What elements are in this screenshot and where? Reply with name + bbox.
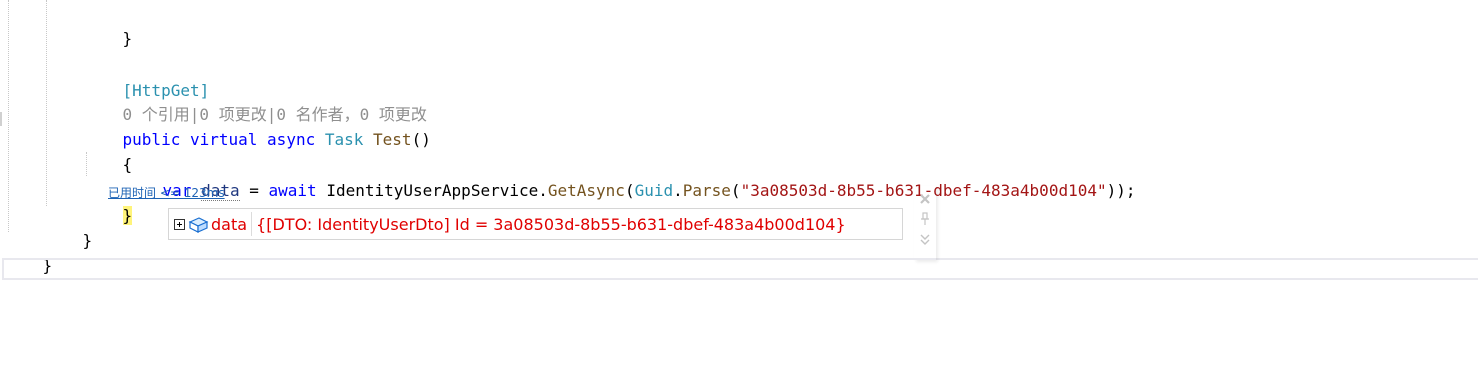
- editor-bottom-separator: [2, 258, 1478, 280]
- datatip-divider: [251, 212, 253, 236]
- debugger-datatip[interactable]: data {[DTO: IdentityUserDto] Id = 3a0850…: [168, 208, 903, 240]
- change-margin-mark: [0, 112, 2, 126]
- datatip-variable-name: data: [211, 214, 248, 234]
- code-line[interactable]: }: [4, 230, 53, 275]
- indent-guide: [8, 0, 9, 232]
- code-line[interactable]: }: [44, 205, 93, 250]
- method-getasync: GetAsync: [547, 181, 625, 200]
- keyword-await: await: [268, 181, 317, 200]
- closing-brace: }: [82, 231, 93, 250]
- service-reference: IdentityUserAppService.: [316, 181, 548, 200]
- paren-open: (: [730, 181, 741, 200]
- code-line[interactable]: }: [84, 3, 133, 48]
- datatip-controls: [914, 186, 936, 260]
- dot-operator: .: [673, 181, 683, 200]
- code-line[interactable]: var data = await IdentityUserAppService.…: [124, 155, 1136, 201]
- assign-operator: =: [239, 181, 269, 200]
- code-line[interactable]: {: [84, 129, 133, 174]
- paren-open: (: [624, 181, 635, 200]
- close-icon[interactable]: [918, 192, 932, 206]
- method-parse: Parse: [682, 181, 731, 200]
- statement-end: ));: [1106, 181, 1136, 200]
- keyword-virtual: virtual: [189, 130, 258, 149]
- closing-brace-highlighted: }: [122, 206, 133, 225]
- indent-guide: [46, 0, 47, 206]
- codelens-hint[interactable]: 0 个引用|0 项更改|0 名作者，0 项更改: [84, 79, 427, 124]
- code-line[interactable]: public virtual async Task Test(): [84, 104, 431, 149]
- pin-icon[interactable]: [918, 212, 932, 226]
- code-line[interactable]: [HttpGet]: [84, 55, 210, 100]
- return-type: Task: [324, 130, 364, 149]
- method-name: Test: [373, 130, 412, 149]
- expand-plus-icon[interactable]: [174, 218, 185, 230]
- object-icon: [188, 217, 209, 233]
- method-parens: (): [411, 130, 431, 149]
- perf-tip-elapsed-time[interactable]: 已用时间 <= 123ms: [108, 184, 225, 202]
- expand-comment-icon[interactable]: [918, 232, 932, 246]
- closing-brace: }: [122, 29, 133, 48]
- type-guid: Guid: [634, 181, 674, 200]
- datatip-variable-value[interactable]: {[DTO: IdentityUserDto] Id = 3a08503d-8b…: [256, 215, 846, 234]
- keyword-async: async: [267, 130, 316, 149]
